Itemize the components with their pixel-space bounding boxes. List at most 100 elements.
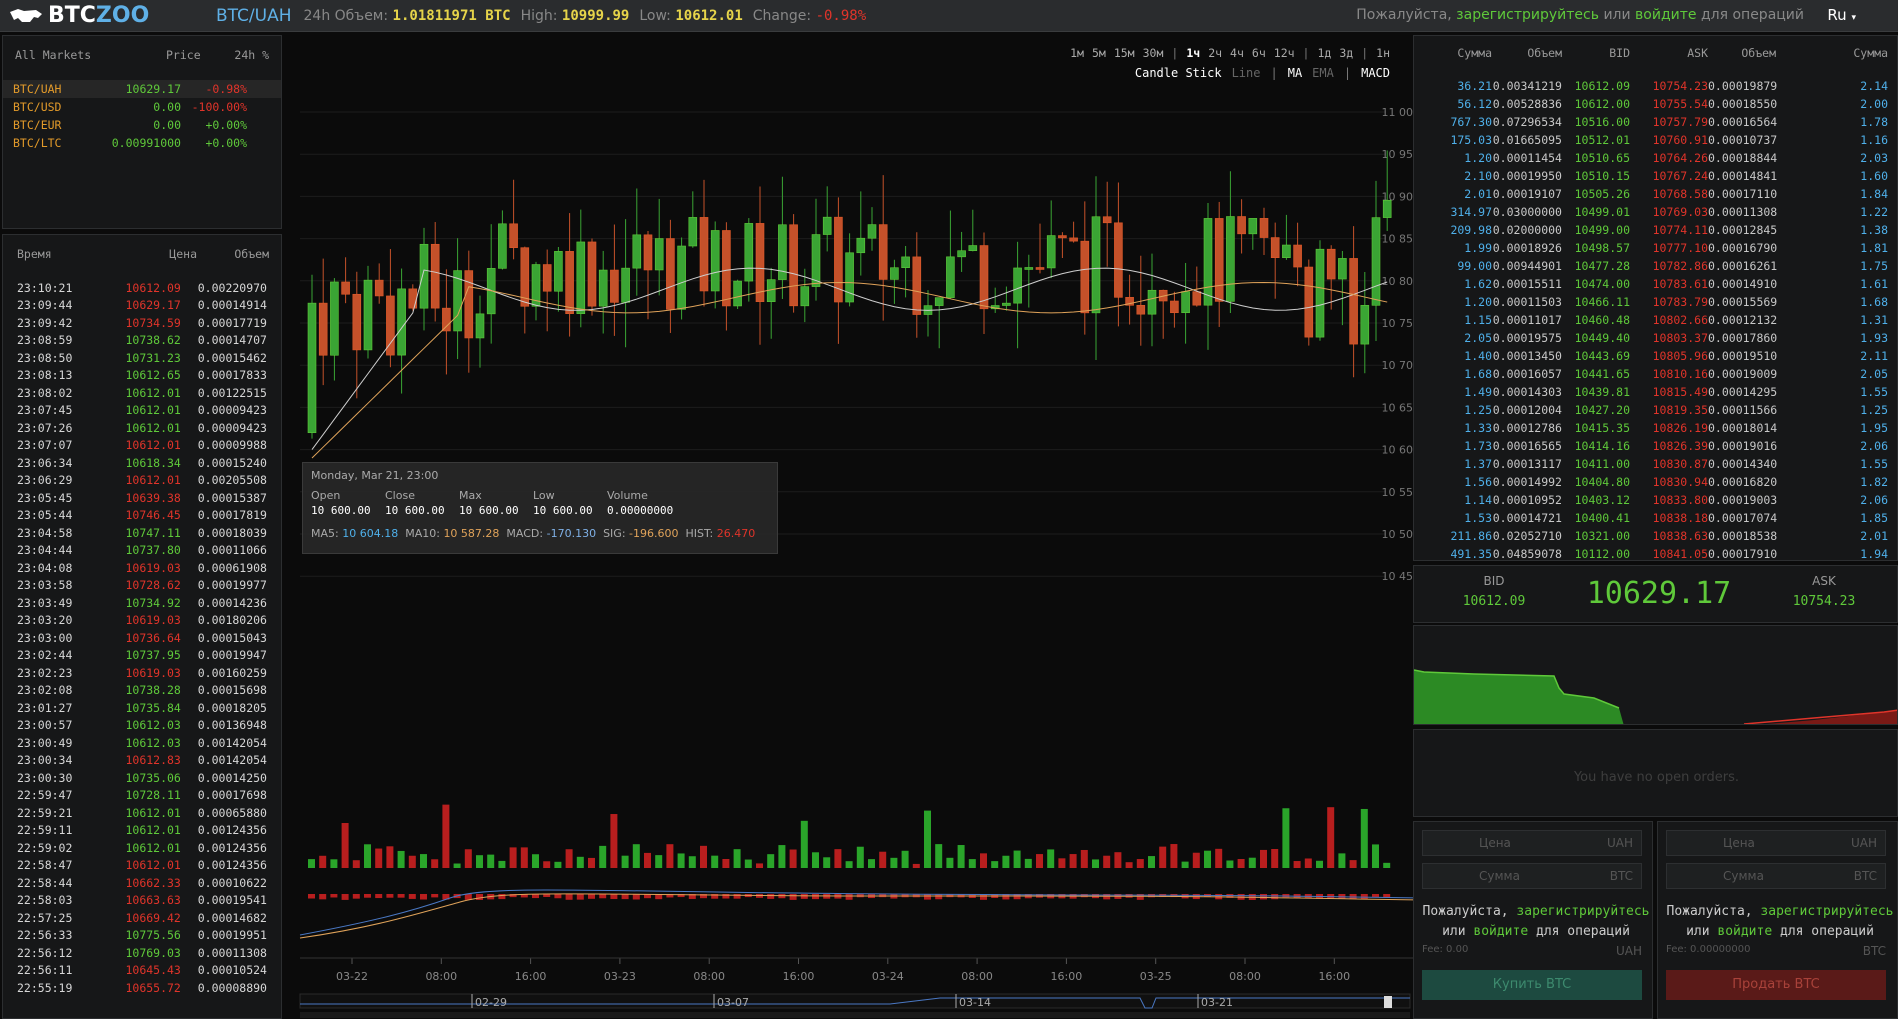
orderbook-row[interactable]: 56.12 0.00528836 10612.00 10755.54 0.0001855… — [1414, 95, 1897, 113]
logo[interactable]: BTC ZOO — [8, 3, 208, 28]
orderbook-row[interactable]: 767.30 0.07296534 10516.00 10757.79 0.000165… — [1414, 113, 1897, 131]
candle-body — [1259, 218, 1269, 238]
orderbook-row[interactable]: 1.62 0.00015511 10474.00 10783.61 0.00014910… — [1414, 275, 1897, 293]
trade-time: 22:56:12 — [17, 945, 73, 960]
candle-body — [1237, 216, 1246, 235]
markets-col-market[interactable]: All Markets — [15, 48, 108, 62]
bull-logo-icon — [10, 8, 42, 22]
market-row-btc-eur[interactable]: BTC/EUR 0.00 +0.00% — [3, 116, 281, 134]
orderbook-row[interactable]: 1.68 0.00016057 10441.65 10810.16 0.00019009… — [1414, 365, 1897, 383]
orderbook-row[interactable]: 1.99 0.00018926 10498.57 10777.10 0.00016790… — [1414, 239, 1897, 257]
register-link[interactable]: зарегистрируйтесь — [1456, 7, 1599, 23]
ob-cell: 0.00014295 — [1708, 385, 1778, 399]
orderbook-row[interactable]: 2.05 0.00019575 10449.40 10803.37 0.00017860… — [1414, 329, 1897, 347]
orderbook-row[interactable]: 175.03 0.01665095 10512.01 10760.91 0.000107… — [1414, 131, 1897, 149]
orderbook-row[interactable]: 99.00 0.00944901 10477.28 10782.86 0.0001626… — [1414, 257, 1897, 275]
volume-bar — [397, 850, 405, 868]
candle-body — [688, 217, 698, 247]
ob-cell: 1.37 — [1464, 457, 1492, 471]
volume-value: 1.01811971 BTC — [392, 7, 511, 24]
chevron-down-icon: ▾ — [1851, 13, 1856, 23]
sell-button[interactable]: Продать BTC — [1666, 970, 1886, 1000]
buy-amount-input[interactable]: Сумма BTC — [1422, 863, 1642, 889]
volume-bar — [1181, 861, 1189, 868]
orderbook-row[interactable]: 1.25 0.00012004 10427.20 10819.35 0.00011566… — [1414, 401, 1897, 419]
ob-cell: 0.00018550 — [1708, 97, 1778, 111]
y-tick-label: 10 950 — [1382, 148, 1415, 161]
ob-cell: 1.20 — [1464, 295, 1492, 309]
market-row-btc-uah[interactable]: BTC/UAH 10629.17 -0.98% — [3, 80, 281, 98]
volume-bar — [677, 853, 685, 868]
buy-button[interactable]: Купить BTC — [1422, 970, 1642, 1000]
ticker-last-price: 10629.17 — [1586, 576, 1732, 611]
navigator-handle[interactable] — [1384, 996, 1392, 1008]
ob-cell: 10414.16 — [1574, 439, 1630, 453]
orderbook-row[interactable]: 1.40 0.00013450 10443.69 10805.96 0.00019510… — [1414, 347, 1897, 365]
macd-bar — [1338, 894, 1346, 899]
volume-bar — [1204, 850, 1211, 868]
buy-login-link[interactable]: войдите — [1473, 924, 1528, 939]
markets-col-change[interactable]: 24h % — [201, 48, 269, 62]
candle-body — [856, 237, 866, 254]
market-row-btc-usd[interactable]: BTC/USD 0.00 -100.00% — [3, 98, 281, 116]
ob-col-ask: ASK — [1687, 46, 1708, 60]
volume-bar — [476, 855, 483, 868]
sell-login-link[interactable]: войдите — [1717, 924, 1772, 939]
ob-cell: 0.00014303 — [1492, 385, 1562, 399]
ob-cell: 1.40 — [1464, 349, 1492, 363]
buy-register-link[interactable]: зарегистрируйтесь — [1516, 904, 1649, 919]
login-link[interactable]: войдите — [1635, 7, 1696, 23]
orderbook-row[interactable]: 1.20 0.00011503 10466.11 10783.79 0.00015569… — [1414, 293, 1897, 311]
volume-bar — [767, 854, 775, 868]
trade-price: 10629.17 — [125, 298, 181, 313]
volume-bar — [1170, 844, 1178, 868]
orderbook-row[interactable]: 36.21 0.00341219 10612.09 10754.23 0.0001987… — [1414, 77, 1897, 95]
trade-row: 23:07:07 10612.01 0.00009988 — [3, 437, 281, 455]
trade-volume: 0.00018205 — [197, 700, 267, 715]
ob-cell: 0.00019003 — [1708, 493, 1778, 507]
orderbook-row[interactable]: 1.20 0.00011454 10510.65 10764.26 0.00018844… — [1414, 149, 1897, 167]
orderbook-row[interactable]: 211.86 0.02052710 10321.00 10838.63 0.000185… — [1414, 527, 1897, 545]
orderbook-row[interactable]: 1.14 0.00010952 10403.12 10833.80 0.00019003… — [1414, 491, 1897, 509]
market-row-btc-ltc[interactable]: BTC/LTC 0.00991000 +0.00% — [3, 134, 281, 152]
orderbook-row[interactable]: 314.97 0.03000000 10499.01 10769.03 0.000113… — [1414, 203, 1897, 221]
macd-bar — [789, 894, 797, 900]
orderbook-row[interactable]: 1.49 0.00014303 10439.81 10815.49 0.00014295… — [1414, 383, 1897, 401]
sell-amount-input[interactable]: Сумма BTC — [1666, 863, 1886, 889]
horizontal-scrollbar[interactable] — [300, 1012, 1410, 1018]
candle-body — [666, 238, 675, 310]
macd-bar — [565, 894, 573, 900]
trade-price: 10612.09 — [125, 280, 181, 295]
orderbook-row[interactable]: 1.56 0.00014992 10404.80 10830.94 0.00016820… — [1414, 473, 1897, 491]
ob-cell: 0.00015511 — [1492, 277, 1562, 291]
candle-body — [318, 302, 328, 356]
candle-body — [1091, 216, 1101, 314]
orderbook-row[interactable]: 1.37 0.00013117 10411.00 10830.87 0.00014340… — [1414, 455, 1897, 473]
sell-price-input[interactable]: Цена UAH — [1666, 830, 1886, 856]
sell-register-link[interactable]: зарегистрируйтесь — [1760, 904, 1893, 919]
macd-bar — [767, 894, 775, 899]
ob-cell: 2.11 — [1860, 349, 1888, 363]
orderbook-row[interactable]: 1.33 0.00012786 10415.35 10826.19 0.00018014… — [1414, 419, 1897, 437]
orderbook-row[interactable]: 1.73 0.00016565 10414.16 10826.39 0.00019016… — [1414, 437, 1897, 455]
orderbook-row[interactable]: 209.98 0.02000000 10499.00 10774.11 0.000128… — [1414, 221, 1897, 239]
macd-bar — [733, 894, 741, 899]
orderbook-row[interactable]: 491.35 0.04859078 10112.00 10841.05 0.000179… — [1414, 545, 1897, 560]
buy-price-input[interactable]: Цена UAH — [1422, 830, 1642, 856]
trade-row: 23:03:00 10736.64 0.00015043 — [3, 629, 281, 647]
candle-body — [878, 224, 888, 280]
orderbook-row[interactable]: 2.10 0.00019950 10510.15 10767.24 0.00014841… — [1414, 167, 1897, 185]
markets-col-price[interactable]: Price — [108, 48, 201, 62]
language-select[interactable]: Ru ▾ — [1827, 6, 1856, 24]
orderbook-row[interactable]: 2.01 0.00019107 10505.26 10768.58 0.00017110… — [1414, 185, 1897, 203]
orderbook-row[interactable]: 1.53 0.00014721 10400.41 10838.18 0.00017074… — [1414, 509, 1897, 527]
orderbook-row[interactable]: 1.15 0.00011017 10460.48 10802.66 0.00012132… — [1414, 311, 1897, 329]
trade-price: 10746.45 — [125, 508, 181, 523]
candle-body — [800, 286, 810, 307]
ob-cell: 99.00 — [1457, 259, 1492, 273]
x-tick-label: 16:00 — [783, 970, 815, 983]
ob-cell: 0.00011566 — [1708, 403, 1778, 417]
macd-bar — [576, 894, 584, 900]
trade-price: 10775.56 — [125, 928, 181, 943]
candle-body — [1013, 267, 1022, 304]
